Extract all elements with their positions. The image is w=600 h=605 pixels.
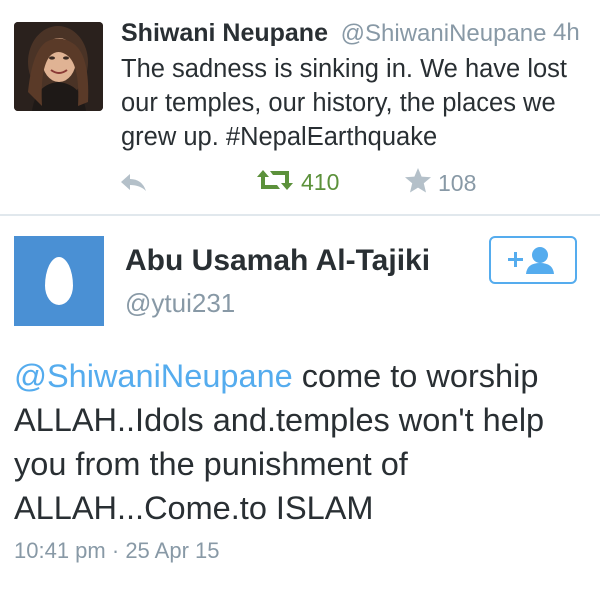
tweet-timestamp[interactable]: 10:41 pm · 25 Apr 15 (14, 538, 220, 564)
tweet-header: Shiwani Neupane @ShiwaniNeupane 4h (121, 16, 580, 51)
tweet-text: @ShiwaniNeupane come to worship ALLAH..I… (14, 354, 589, 530)
author-name[interactable]: Shiwani Neupane (121, 19, 328, 47)
tweet-time: 10:41 pm (14, 538, 106, 563)
retweet-count: 410 (301, 169, 340, 195)
retweet-icon (257, 167, 293, 198)
follow-button[interactable] (489, 236, 577, 284)
reply-arrow-icon[interactable] (118, 169, 150, 197)
author-name[interactable]: Abu Usamah Al-Tajiki (125, 244, 430, 278)
profile-photo (14, 22, 103, 111)
author-handle[interactable]: @ytui231 (125, 288, 235, 319)
tweet-actions: 410 108 (0, 167, 600, 199)
tweet-reply: Abu Usamah Al-Tajiki @ytui231 @ShiwaniNe… (0, 216, 600, 605)
mention-link[interactable]: @ShiwaniNeupane (14, 358, 293, 394)
egg-icon (45, 257, 73, 305)
avatar[interactable] (14, 22, 103, 111)
author-handle[interactable]: @ShiwaniNeupane (341, 20, 547, 47)
avatar[interactable] (14, 236, 104, 326)
tweet-text: The sadness is sinking in. We have lost … (121, 55, 568, 151)
tweet-date: 25 Apr 15 (125, 538, 220, 563)
favorite-button[interactable]: 108 (404, 167, 476, 199)
tweet-time[interactable]: 4h (553, 16, 580, 50)
separator: · (111, 538, 120, 563)
retweet-button[interactable]: 410 (257, 167, 339, 198)
tweet-original[interactable]: Shiwani Neupane @ShiwaniNeupane 4h The s… (0, 0, 600, 216)
favorite-count: 108 (438, 169, 477, 196)
star-icon (404, 167, 432, 199)
